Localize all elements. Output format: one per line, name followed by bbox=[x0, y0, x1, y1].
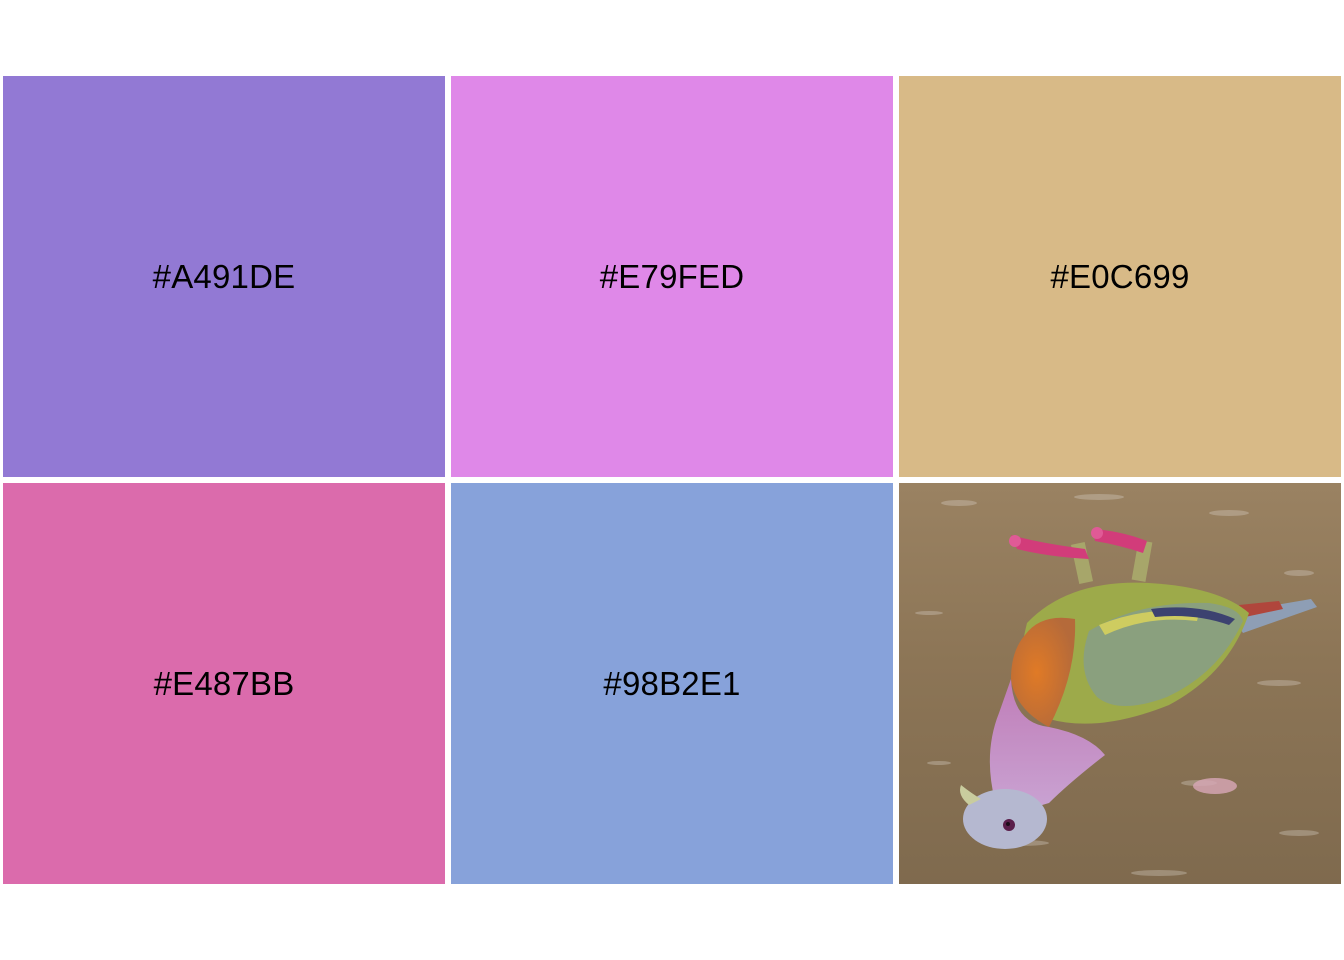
leaf-debris bbox=[1193, 778, 1237, 794]
swatch-hex-label: #E0C699 bbox=[1050, 257, 1190, 295]
source-photo bbox=[899, 483, 1341, 884]
bird-photo-illustration bbox=[899, 483, 1341, 884]
swatch-hex-label: #98B2E1 bbox=[603, 664, 741, 702]
swatch-hex-label: #E487BB bbox=[153, 664, 295, 702]
color-palette-grid: #A491DE #E79FED #E0C699 #E487BB #98B2E1 bbox=[3, 76, 1341, 884]
color-swatch-2: #E79FED bbox=[451, 76, 893, 477]
color-swatch-3: #E0C699 bbox=[899, 76, 1341, 477]
color-swatch-1: #A491DE bbox=[3, 76, 445, 477]
color-swatch-5: #98B2E1 bbox=[451, 483, 893, 884]
swatch-hex-label: #A491DE bbox=[152, 257, 296, 295]
swatch-hex-label: #E79FED bbox=[599, 257, 745, 295]
color-swatch-4: #E487BB bbox=[3, 483, 445, 884]
